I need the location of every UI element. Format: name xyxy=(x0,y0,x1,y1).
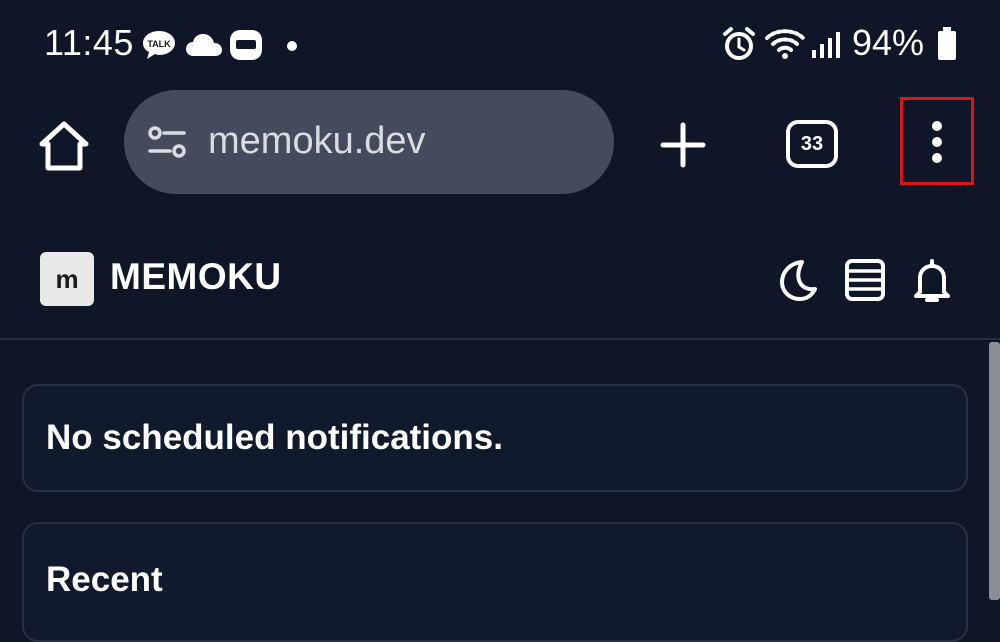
home-icon xyxy=(39,121,89,171)
page-scrollbar[interactable] xyxy=(989,342,1000,600)
tab-count: 33 xyxy=(800,132,824,155)
alarm-icon xyxy=(722,26,756,62)
battery-percent: 94% xyxy=(852,22,925,63)
svg-text:TALK: TALK xyxy=(147,39,171,49)
site-logo-letter: m xyxy=(55,263,79,294)
recent-card: Recent xyxy=(22,522,968,642)
signal-icon xyxy=(810,30,842,60)
more-vert-icon xyxy=(932,121,942,163)
status-time: 11:45 xyxy=(44,22,134,63)
recent-heading: Recent xyxy=(46,560,163,599)
site-settings-icon[interactable] xyxy=(146,124,188,160)
notifications-message: No scheduled notifications. xyxy=(46,418,503,457)
moon-icon[interactable] xyxy=(776,258,818,302)
cloud-icon xyxy=(184,32,224,58)
tab-switcher-button[interactable]: 33 xyxy=(786,120,838,168)
site-name[interactable]: MEMOKU xyxy=(110,256,282,298)
status-bar: 11:45 TALK 94% xyxy=(0,0,1000,90)
url-bar[interactable]: memoku.dev xyxy=(124,90,614,194)
site-logo[interactable]: m xyxy=(40,252,94,306)
app-badge-icon xyxy=(228,28,264,62)
notifications-card: No scheduled notifications. xyxy=(22,384,968,492)
site-header: m MEMOKU xyxy=(0,232,1000,340)
bell-icon[interactable] xyxy=(912,258,952,304)
list-icon[interactable] xyxy=(844,258,886,302)
more-options-button[interactable] xyxy=(900,97,974,185)
notification-dot-icon xyxy=(286,40,298,52)
plus-icon xyxy=(660,122,706,168)
battery-icon xyxy=(936,26,958,62)
url-text[interactable]: memoku.dev xyxy=(208,120,426,163)
home-button[interactable] xyxy=(34,118,94,174)
chat-icon: TALK xyxy=(140,28,178,62)
wifi-icon xyxy=(764,26,806,60)
new-tab-button[interactable] xyxy=(660,122,706,168)
